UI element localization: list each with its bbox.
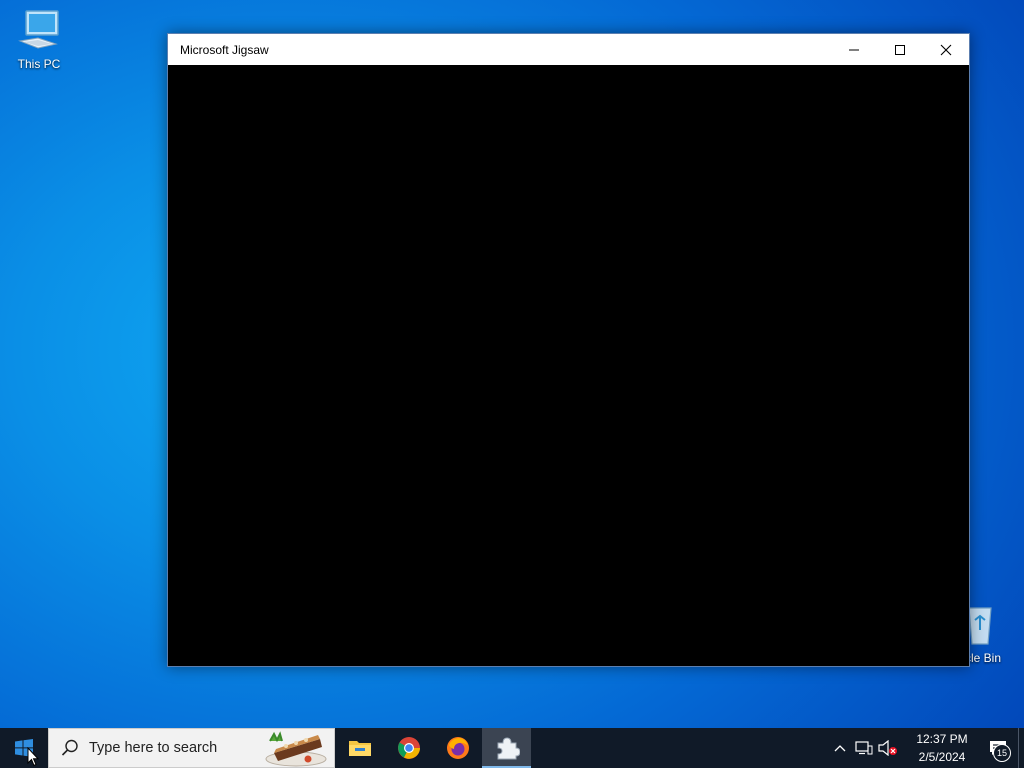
desktop-icon-this-pc[interactable]: This PC <box>1 8 77 71</box>
search-icon <box>61 739 79 757</box>
volume-muted-icon <box>878 740 897 756</box>
close-button[interactable] <box>923 34 969 65</box>
taskbar-app-file-explorer[interactable] <box>335 728 384 768</box>
notification-count-badge: 15 <box>993 744 1011 762</box>
window-titlebar[interactable]: Microsoft Jigsaw <box>168 34 969 65</box>
chrome-icon <box>397 737 420 759</box>
jigsaw-icon <box>497 737 520 760</box>
minimize-button[interactable] <box>831 34 877 65</box>
search-placeholder: Type here to search <box>89 740 218 756</box>
chevron-up-icon <box>834 745 846 752</box>
this-pc-icon <box>1 8 77 55</box>
folder-icon <box>348 741 371 756</box>
search-highlight-pie-icon[interactable] <box>264 731 328 772</box>
firefox-icon <box>446 737 469 759</box>
window-content[interactable] <box>168 65 969 666</box>
mouse-cursor-icon <box>27 747 39 767</box>
system-tray: 12:37 PM 2/5/2024 15 <box>828 728 1024 768</box>
window-title: Microsoft Jigsaw <box>180 42 269 57</box>
taskbar-search-box[interactable]: Type here to search <box>48 728 335 768</box>
app-window-jigsaw[interactable]: Microsoft Jigsaw <box>167 33 970 667</box>
volume-button[interactable] <box>876 728 900 768</box>
start-button[interactable] <box>0 728 48 768</box>
close-icon <box>940 44 952 55</box>
network-icon <box>855 741 873 755</box>
show-desktop-button[interactable] <box>1018 728 1024 768</box>
minimize-icon <box>849 49 859 50</box>
maximize-icon <box>895 44 905 55</box>
action-center-button[interactable]: 15 <box>978 728 1018 768</box>
taskbar-app-firefox[interactable] <box>433 728 482 768</box>
show-hidden-icons-button[interactable] <box>828 728 852 768</box>
clock-time: 12:37 PM <box>916 732 968 746</box>
taskbar-app-chrome[interactable] <box>384 728 433 768</box>
clock-date: 2/5/2024 <box>918 750 966 764</box>
desktop: This PC ycle Bin Microsoft Jigsaw <box>0 0 1024 728</box>
taskbar-clock[interactable]: 12:37 PM 2/5/2024 <box>906 730 978 766</box>
taskbar: Type here to search 12:37 PM 2/5/2024 15 <box>0 728 1024 768</box>
taskbar-app-jigsaw[interactable] <box>482 728 531 768</box>
maximize-button[interactable] <box>877 34 923 65</box>
network-button[interactable] <box>852 728 876 768</box>
desktop-icon-label: This PC <box>17 57 61 71</box>
